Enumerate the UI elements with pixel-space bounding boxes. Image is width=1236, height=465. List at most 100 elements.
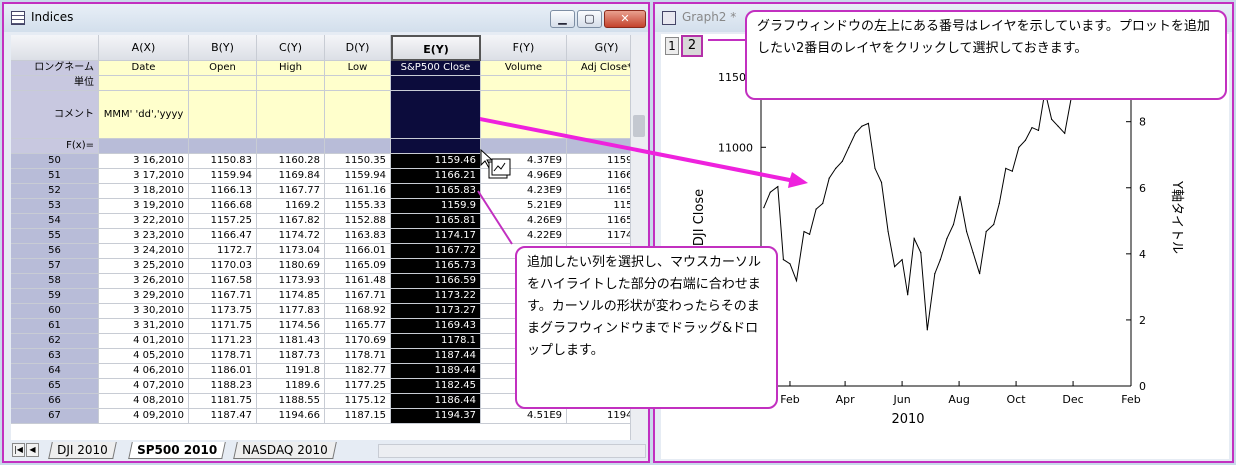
data-cell[interactable]: 1165.83 [391, 184, 481, 199]
data-cell[interactable]: 1159.94 [325, 169, 391, 184]
data-cell[interactable]: 3 17,2010 [99, 169, 189, 184]
data-cell[interactable]: 1173.22 [391, 289, 481, 304]
prev-sheet-button[interactable]: ◀ [26, 443, 39, 457]
data-cell[interactable]: 3 24,2010 [99, 244, 189, 259]
data-cell[interactable]: 1159.46 [391, 154, 481, 169]
maximize-button[interactable]: ▢ [577, 10, 602, 28]
column-header[interactable]: A(X) [99, 35, 189, 61]
layer-1-button[interactable]: 1 [665, 37, 679, 55]
column-header[interactable]: F(Y) [481, 35, 567, 61]
layer-2-button[interactable]: 2 [681, 35, 703, 57]
label-cell[interactable]: High [257, 61, 325, 76]
label-cell[interactable] [325, 139, 391, 154]
data-cell[interactable]: 1174.17 [391, 229, 481, 244]
data-cell[interactable]: 1182.77 [325, 364, 391, 379]
label-cell[interactable] [567, 91, 630, 139]
data-cell[interactable]: 1169.2 [257, 199, 325, 214]
data-cell[interactable]: 1166.01 [325, 244, 391, 259]
data-cell[interactable]: 1194.3 [567, 409, 630, 424]
horizontal-scrollbar[interactable] [378, 444, 646, 458]
workbook-titlebar[interactable]: Indices ▁ ▢ ✕ [4, 4, 648, 32]
data-cell[interactable]: 1155.33 [325, 199, 391, 214]
data-cell[interactable]: 1180.69 [257, 259, 325, 274]
row-number[interactable]: 63 [11, 349, 99, 364]
data-cell[interactable]: 4.26E9 [481, 214, 567, 229]
row-number[interactable]: 55 [11, 229, 99, 244]
row-number[interactable]: 62 [11, 334, 99, 349]
data-cell[interactable]: 1169.43 [391, 319, 481, 334]
label-cell[interactable]: Adj Close* [567, 61, 630, 76]
data-cell[interactable]: 1194.37 [391, 409, 481, 424]
close-button[interactable]: ✕ [604, 10, 646, 28]
data-cell[interactable]: 1171.75 [189, 319, 257, 334]
data-cell[interactable]: 4.23E9 [481, 184, 567, 199]
label-cell[interactable]: S&P500 Close [391, 61, 481, 76]
data-cell[interactable]: 1173.75 [189, 304, 257, 319]
row-number[interactable]: 60 [11, 304, 99, 319]
data-cell[interactable]: 1169.84 [257, 169, 325, 184]
data-cell[interactable]: 4 09,2010 [99, 409, 189, 424]
data-cell[interactable]: 1187.73 [257, 349, 325, 364]
data-cell[interactable]: 1167.77 [257, 184, 325, 199]
label-cell[interactable] [481, 139, 567, 154]
data-cell[interactable]: 1152.88 [325, 214, 391, 229]
label-cell[interactable] [391, 91, 481, 139]
data-cell[interactable]: 1178.71 [189, 349, 257, 364]
data-cell[interactable]: 1166.68 [189, 199, 257, 214]
data-cell[interactable]: 1161.16 [325, 184, 391, 199]
row-number[interactable]: 58 [11, 274, 99, 289]
label-cell[interactable] [257, 91, 325, 139]
minimize-button[interactable]: ▁ [550, 10, 575, 28]
data-cell[interactable]: 1189.44 [391, 364, 481, 379]
label-cell[interactable]: Low [325, 61, 391, 76]
data-cell[interactable]: 3 18,2010 [99, 184, 189, 199]
data-cell[interactable]: 3 25,2010 [99, 259, 189, 274]
column-header[interactable]: E(Y) [391, 35, 481, 61]
scrollbar-thumb[interactable] [633, 115, 645, 137]
data-cell[interactable]: 1167.72 [391, 244, 481, 259]
label-cell[interactable] [189, 91, 257, 139]
data-cell[interactable]: 1166.59 [391, 274, 481, 289]
data-cell[interactable]: 1174.72 [257, 229, 325, 244]
data-cell[interactable]: 4 08,2010 [99, 394, 189, 409]
label-cell[interactable] [99, 76, 189, 91]
data-cell[interactable]: 1177.83 [257, 304, 325, 319]
data-cell[interactable]: 1166.13 [189, 184, 257, 199]
data-cell[interactable]: 1173.93 [257, 274, 325, 289]
data-cell[interactable]: 1170.03 [189, 259, 257, 274]
data-cell[interactable]: 5.21E9 [481, 199, 567, 214]
label-cell[interactable] [391, 139, 481, 154]
data-cell[interactable]: 1170.69 [325, 334, 391, 349]
data-cell[interactable]: 3 29,2010 [99, 289, 189, 304]
data-cell[interactable]: 1178.1 [391, 334, 481, 349]
data-cell[interactable]: 1187.47 [189, 409, 257, 424]
row-number[interactable]: 59 [11, 289, 99, 304]
row-number[interactable]: 52 [11, 184, 99, 199]
column-header[interactable]: D(Y) [325, 35, 391, 61]
row-number[interactable]: 64 [11, 364, 99, 379]
row-number[interactable]: 50 [11, 154, 99, 169]
data-cell[interactable]: 1187.44 [391, 349, 481, 364]
data-cell[interactable]: 1177.25 [325, 379, 391, 394]
data-cell[interactable]: 1159.9 [391, 199, 481, 214]
label-cell[interactable] [481, 76, 567, 91]
data-cell[interactable]: 1167.71 [325, 289, 391, 304]
data-cell[interactable]: 1159. [567, 199, 630, 214]
label-cell[interactable] [99, 139, 189, 154]
data-cell[interactable]: 3 30,2010 [99, 304, 189, 319]
label-cell[interactable] [325, 76, 391, 91]
label-cell[interactable]: Open [189, 61, 257, 76]
label-cell[interactable] [189, 139, 257, 154]
data-cell[interactable]: 1173.04 [257, 244, 325, 259]
label-cell[interactable] [257, 76, 325, 91]
sheet-tab-dji[interactable]: DJI 2010 [48, 442, 117, 459]
data-cell[interactable]: 1187.15 [325, 409, 391, 424]
data-cell[interactable]: 1165.8 [567, 214, 630, 229]
label-cell[interactable] [189, 76, 257, 91]
label-cell[interactable]: Volume [481, 61, 567, 76]
row-number[interactable]: 54 [11, 214, 99, 229]
data-cell[interactable]: 4 06,2010 [99, 364, 189, 379]
data-cell[interactable]: 1174.56 [257, 319, 325, 334]
data-cell[interactable]: 1175.12 [325, 394, 391, 409]
data-cell[interactable]: 4 05,2010 [99, 349, 189, 364]
